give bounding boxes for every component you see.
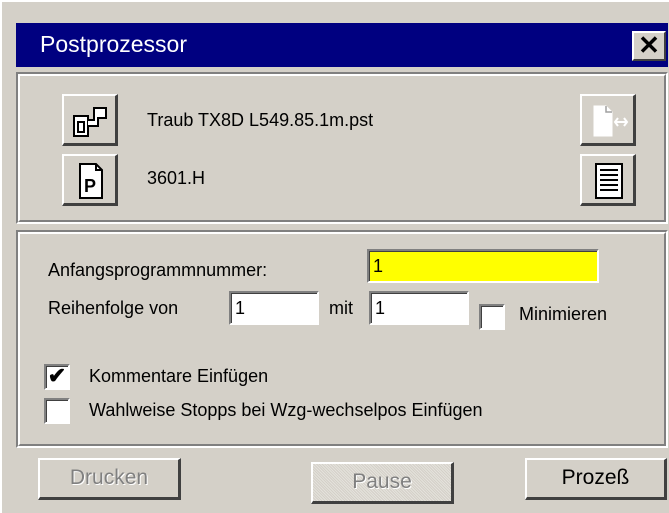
document-list-icon <box>595 163 623 199</box>
window-title: Postprozessor <box>40 31 188 57</box>
order-with-label: mit <box>329 298 353 318</box>
optional-stops-label: Wahlweise Stopps bei Wzg-wechselpos Einf… <box>89 400 483 420</box>
document-view-button[interactable] <box>580 154 636 206</box>
close-button[interactable]: ✕ <box>632 31 666 61</box>
order-with-input[interactable]: 1 <box>369 291 469 325</box>
start-number-input[interactable]: 1 <box>367 249 599 283</box>
postprocessor-dialog: Postprozessor ✕ Traub TX8D L549.85.1m.ps… <box>0 0 669 513</box>
pause-button[interactable]: Pause <box>311 462 454 504</box>
comments-checkbox[interactable]: ✔ <box>44 364 70 390</box>
minimize-checkbox[interactable] <box>479 304 505 330</box>
program-file-name: 3601.H <box>147 168 206 188</box>
print-button[interactable]: Drucken <box>38 458 181 500</box>
program-p-icon: P <box>79 163 103 199</box>
order-from-input[interactable]: 1 <box>229 291 319 325</box>
machine-icon <box>73 107 107 137</box>
order-from-label: Reihenfolge von <box>48 298 179 318</box>
title-bar: Postprozessor ✕ <box>16 23 668 67</box>
file-transfer-button[interactable] <box>580 94 636 146</box>
program-select-button[interactable]: P <box>62 154 118 206</box>
machine-file-name: Traub TX8D L549.85.1m.pst <box>147 110 374 130</box>
machine-select-button[interactable] <box>62 94 118 146</box>
check-mark-icon: ✔ <box>47 363 67 388</box>
comments-label: Kommentare Einfügen <box>89 366 269 386</box>
minimize-label: Minimieren <box>519 304 608 324</box>
optional-stops-checkbox[interactable] <box>44 398 70 424</box>
process-button[interactable]: Prozeß <box>525 458 667 500</box>
svg-text:P: P <box>84 176 96 196</box>
start-number-label: Anfangsprogrammnummer: <box>48 260 268 280</box>
close-icon: ✕ <box>638 30 660 60</box>
file-transfer-icon <box>593 105 629 137</box>
